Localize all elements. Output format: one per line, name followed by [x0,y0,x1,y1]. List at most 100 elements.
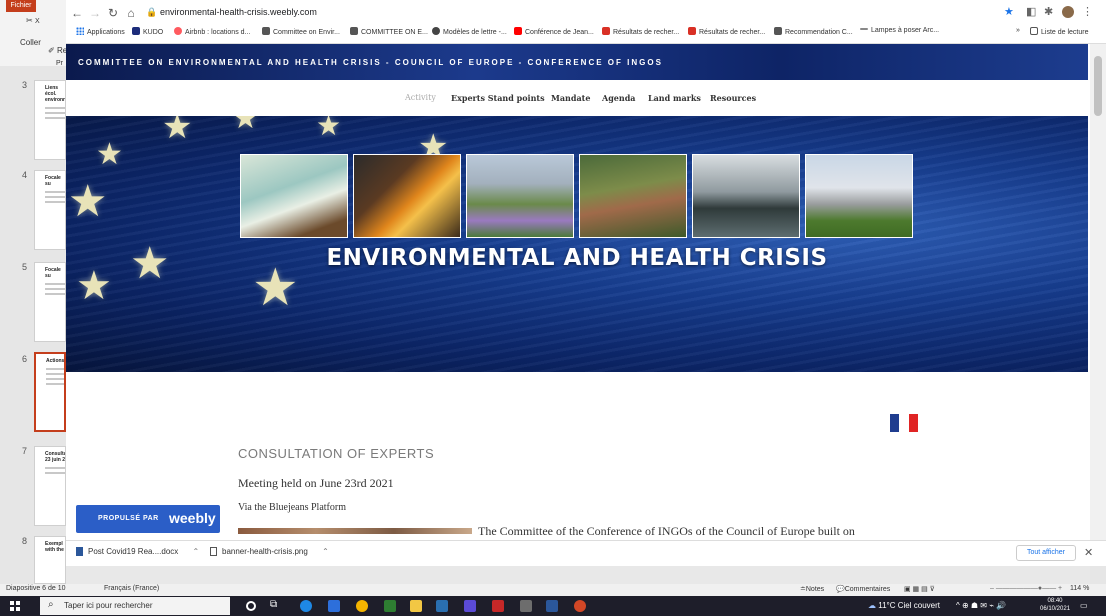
bookmarks-bar: Applications KUDO Airbnb : locations d..… [66,24,1106,42]
download-item-docx[interactable]: Post Covid19 Rea....docx ⌃ [76,547,199,556]
bookmark-star-icon[interactable]: ★ [1004,5,1014,18]
bookmark-committee-2[interactable]: COMMITTEE ON E... [350,27,428,36]
bookmark-lampes[interactable]: Lampes à poser Arc... [860,27,939,34]
bookmark-resultats-2[interactable]: Résultats de recher... [688,27,765,36]
puzzle-icon[interactable]: ✱ [1044,5,1053,18]
reading-list[interactable]: Liste de lecture [1030,27,1088,36]
windows-start-icon[interactable] [10,601,20,611]
nav-land-marks[interactable]: Land marks [648,93,701,103]
thumb-title: Focale su [45,175,61,187]
bookmark-modeles[interactable]: Modèles de lettre -... [432,27,507,36]
excel-icon[interactable] [384,600,396,612]
clock-date: 06/10/2021 [1040,606,1071,612]
forward-icon[interactable]: → [88,6,102,20]
zoom-slider[interactable]: – ——————●—— + [990,585,1062,592]
comments-button[interactable]: 💬 Commentaires [836,585,890,593]
file-explorer-icon[interactable] [410,600,422,612]
bookmark-kudo[interactable]: KUDO [132,27,163,36]
slide-thumbnail[interactable]: Focale su [34,170,66,250]
bookmark-conference[interactable]: Conférence de Jean... [514,27,594,36]
nav-agenda[interactable]: Agenda [602,93,635,103]
paste-label: ✂ X [26,16,40,25]
reload-icon[interactable]: ↻ [106,6,120,20]
reproduce-format-button[interactable]: ✐ Re [48,46,67,55]
thumb-number: 7 [22,446,28,456]
slide-thumbnail[interactable]: Liens écol. environne [34,80,66,160]
bookmark-committee-1[interactable]: Committee on Envir... [262,27,340,36]
nav-resources[interactable]: Resources [710,93,756,103]
powerpoint-icon[interactable] [574,600,586,612]
office-icon[interactable] [492,600,504,612]
home-icon[interactable]: ⌂ [124,6,138,20]
weather-widget[interactable]: ☁ 11°C Ciel couvert [868,601,940,610]
downloads-bar: Post Covid19 Rea....docx ⌃ banner-health… [66,540,1106,566]
thumb-number: 8 [22,536,28,546]
language-indicator[interactable]: Français (France) [104,585,159,592]
page-scrollbar[interactable] [1090,44,1106,540]
bookmark-recommendation[interactable]: Recommendation C... [774,27,853,36]
image-file-icon [210,547,217,556]
gmail-icon [602,27,610,35]
view-buttons[interactable]: ▣ ▦ ▤ ⊽ [904,585,935,593]
show-all-downloads-button[interactable]: Tout afficher [1016,545,1076,561]
teams-icon[interactable] [464,600,476,612]
thumb-number: 5 [22,262,28,272]
scrollbar-thumb[interactable] [1094,56,1102,116]
thumb-number: 3 [22,80,28,90]
thumb-number: 4 [22,170,28,180]
file-tab[interactable]: Fichier [6,0,36,12]
taskbar-search[interactable]: ⌕ Taper ici pour rechercher [40,597,230,615]
kudo-icon [132,27,140,35]
badge-prefix: PROPULSÉ PAR [98,515,159,522]
profile-avatar[interactable] [1062,6,1074,18]
hero-banner: ★ ★ ★ ★ ★ ★ ★ ★ ★ ENVIRONMENTAL AND HEAL… [66,116,1088,372]
nav-mandate[interactable]: Mandate [551,93,590,103]
site-navigation: Activity Experts Stand points Mandate Ag… [66,80,1088,116]
camera-icon[interactable] [520,600,532,612]
store-icon[interactable] [436,600,448,612]
chrome-taskbar-icon[interactable] [356,600,368,612]
paste-button[interactable]: Coller [20,38,41,47]
nav-activity[interactable]: Activity [405,93,436,102]
zoom-level[interactable]: 114 % [1070,585,1089,592]
search-icon: ⌕ [48,599,54,610]
star-icon: ★ [232,116,259,135]
notifications-icon[interactable]: ▭ [1080,601,1088,610]
app-icon[interactable] [328,600,340,612]
bookmark-resultats-1[interactable]: Résultats de recher... [602,27,679,36]
back-icon[interactable]: ← [70,6,84,20]
bookmarks-more[interactable]: » [1016,27,1020,34]
nav-experts-stand-points[interactable]: Experts Stand points [451,93,545,103]
chevron-up-icon: ⌃ [192,547,200,556]
close-icon[interactable]: ✕ [1084,546,1093,559]
thumb-title: Liens écol. environne [45,85,66,103]
star-icon: ★ [96,138,123,171]
notes-button[interactable]: ≐ Notes [800,585,824,593]
slide-thumbnail-selected[interactable]: Actions [34,352,66,432]
site-title[interactable]: COMMITTEE ON ENVIRONMENTAL AND HEALTH CR… [78,58,663,67]
cortana-icon[interactable] [246,601,256,611]
task-view-icon[interactable]: ⧉ [270,599,282,611]
word-icon[interactable] [546,600,558,612]
weebly-icon [774,27,782,35]
star-icon: ★ [316,116,342,141]
french-flag-icon[interactable] [890,414,918,432]
slide-thumbnail[interactable]: Focale su [34,262,66,342]
weebly-badge[interactable]: PROPULSÉ PAR weebly [76,505,220,533]
slide-thumbnails-pane: 3 Liens écol. environne 4 Focale su 5 Fo… [0,66,66,584]
extension-icon[interactable]: ◧ [1026,5,1036,18]
thumb-title: Exempl with the [45,541,64,553]
search-placeholder: Taper ici pour rechercher [64,601,153,610]
menu-icon[interactable]: ⋮ [1082,5,1093,18]
clock-time: 08:40 [1047,598,1063,604]
download-item-png[interactable]: banner-health-crisis.png ⌃ [210,547,329,556]
slide-thumbnail[interactable]: Exempl with the [34,536,66,584]
clock[interactable]: 08:40 06/10/2021 [1040,597,1070,613]
system-tray-icons[interactable]: ^ ⊕ ☗ ✉ ⌁ 🔊 [956,601,1006,610]
thumb-number: 6 [22,354,28,364]
bookmark-airbnb[interactable]: Airbnb : locations d... [174,27,250,36]
slide-thumbnail[interactable]: Consulta 23 juin 2 [34,446,66,526]
bookmark-apps[interactable]: Applications [76,27,125,36]
address-bar[interactable]: 🔒 environmental-health-crisis.weebly.com [146,5,926,21]
edge-icon[interactable] [300,600,312,612]
